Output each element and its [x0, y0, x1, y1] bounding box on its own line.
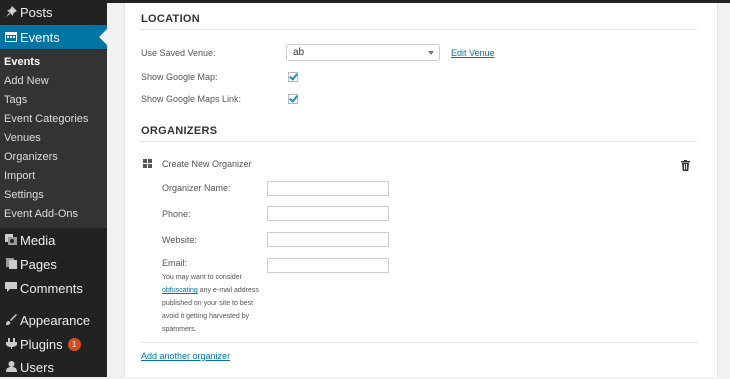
- website-input[interactable]: [267, 232, 389, 247]
- saved-venue-select[interactable]: ab: [286, 44, 440, 61]
- submenu-venues[interactable]: Venues: [4, 132, 41, 145]
- submenu-event-categories[interactable]: Event Categories: [4, 113, 88, 126]
- submenu-event-add-ons[interactable]: Event Add-Ons: [4, 208, 78, 221]
- organizers-divider: [141, 141, 698, 142]
- google-map-label: Show Google Map:: [141, 72, 218, 82]
- menu-item-users[interactable]: Users: [0, 355, 107, 379]
- organizers-section-title: ORGANIZERS: [141, 125, 218, 137]
- organizer-name-label: Organizer Name:: [162, 183, 231, 193]
- menu-label-pages: Pages: [20, 256, 57, 272]
- submenu-events[interactable]: Events: [4, 56, 40, 69]
- location-divider: [141, 29, 698, 30]
- location-section-title: LOCATION: [141, 13, 201, 25]
- menu-item-pages[interactable]: Pages: [0, 252, 107, 276]
- trash-icon[interactable]: [681, 158, 690, 171]
- pin-icon: [3, 5, 19, 20]
- email-help-before: You may want to consider: [162, 274, 242, 281]
- pages-icon: [3, 257, 19, 272]
- menu-item-appearance[interactable]: Appearance: [0, 308, 107, 332]
- menu-item-events[interactable]: Events: [0, 25, 107, 49]
- organizer-name-input[interactable]: [267, 181, 389, 196]
- menu-label-plugins: Plugins: [20, 336, 63, 352]
- menu-label-comments: Comments: [20, 280, 83, 296]
- phone-label: Phone:: [162, 209, 191, 219]
- comments-icon: [3, 281, 19, 296]
- create-new-organizer-label: Create New Organizer: [162, 159, 252, 169]
- plugins-update-badge: 1: [67, 337, 81, 351]
- google-maps-link-checkbox[interactable]: [288, 93, 298, 104]
- saved-venue-value: ab: [293, 47, 305, 58]
- email-input[interactable]: [267, 258, 389, 273]
- calendar-icon: [3, 30, 19, 45]
- submenu-settings[interactable]: Settings: [4, 189, 44, 202]
- submenu-organizers[interactable]: Organizers: [4, 151, 58, 164]
- edit-venue-link[interactable]: Edit Venue: [451, 48, 495, 58]
- chevron-down-icon: [428, 51, 434, 55]
- email-help-text: You may want to consider obfuscating any…: [162, 271, 260, 336]
- menu-label-posts: Posts: [20, 4, 53, 20]
- add-another-organizer-link[interactable]: Add another organizer: [141, 351, 230, 361]
- menu-label-users: Users: [20, 359, 54, 375]
- menu-item-media[interactable]: Media: [0, 228, 107, 252]
- submenu-add-new[interactable]: Add New: [4, 75, 49, 88]
- menu-label-events: Events: [20, 29, 60, 45]
- checkmark-icon: [289, 93, 298, 103]
- users-icon: [3, 360, 19, 375]
- submenu-tags[interactable]: Tags: [4, 94, 27, 107]
- plugins-icon: [3, 337, 19, 352]
- saved-venue-label: Use Saved Venue:: [141, 48, 216, 58]
- menu-item-comments[interactable]: Comments: [0, 276, 107, 300]
- current-menu-arrow: [99, 29, 107, 45]
- admin-sidebar: Posts Events Events Add New Tags Event C…: [0, 0, 107, 377]
- menu-label-media: Media: [20, 232, 56, 248]
- google-map-checkbox[interactable]: [288, 71, 298, 82]
- appearance-icon: [3, 313, 19, 328]
- drag-handle-icon[interactable]: [143, 159, 152, 168]
- checkmark-icon: [289, 71, 298, 81]
- submenu-import[interactable]: Import: [4, 170, 35, 183]
- events-submenu: Events Add New Tags Event Categories Ven…: [0, 50, 107, 228]
- email-label: Email:: [162, 258, 188, 268]
- website-label: Website:: [162, 235, 197, 245]
- google-maps-link-label: Show Google Maps Link:: [141, 94, 242, 104]
- menu-label-appearance: Appearance: [20, 312, 91, 328]
- media-icon: [3, 233, 19, 248]
- menu-item-posts[interactable]: Posts: [0, 0, 107, 24]
- phone-input[interactable]: [267, 206, 389, 221]
- menu-item-plugins[interactable]: Plugins 1: [0, 332, 107, 356]
- add-organizer-divider: [141, 342, 698, 343]
- obfuscating-link[interactable]: obfuscating: [162, 287, 198, 294]
